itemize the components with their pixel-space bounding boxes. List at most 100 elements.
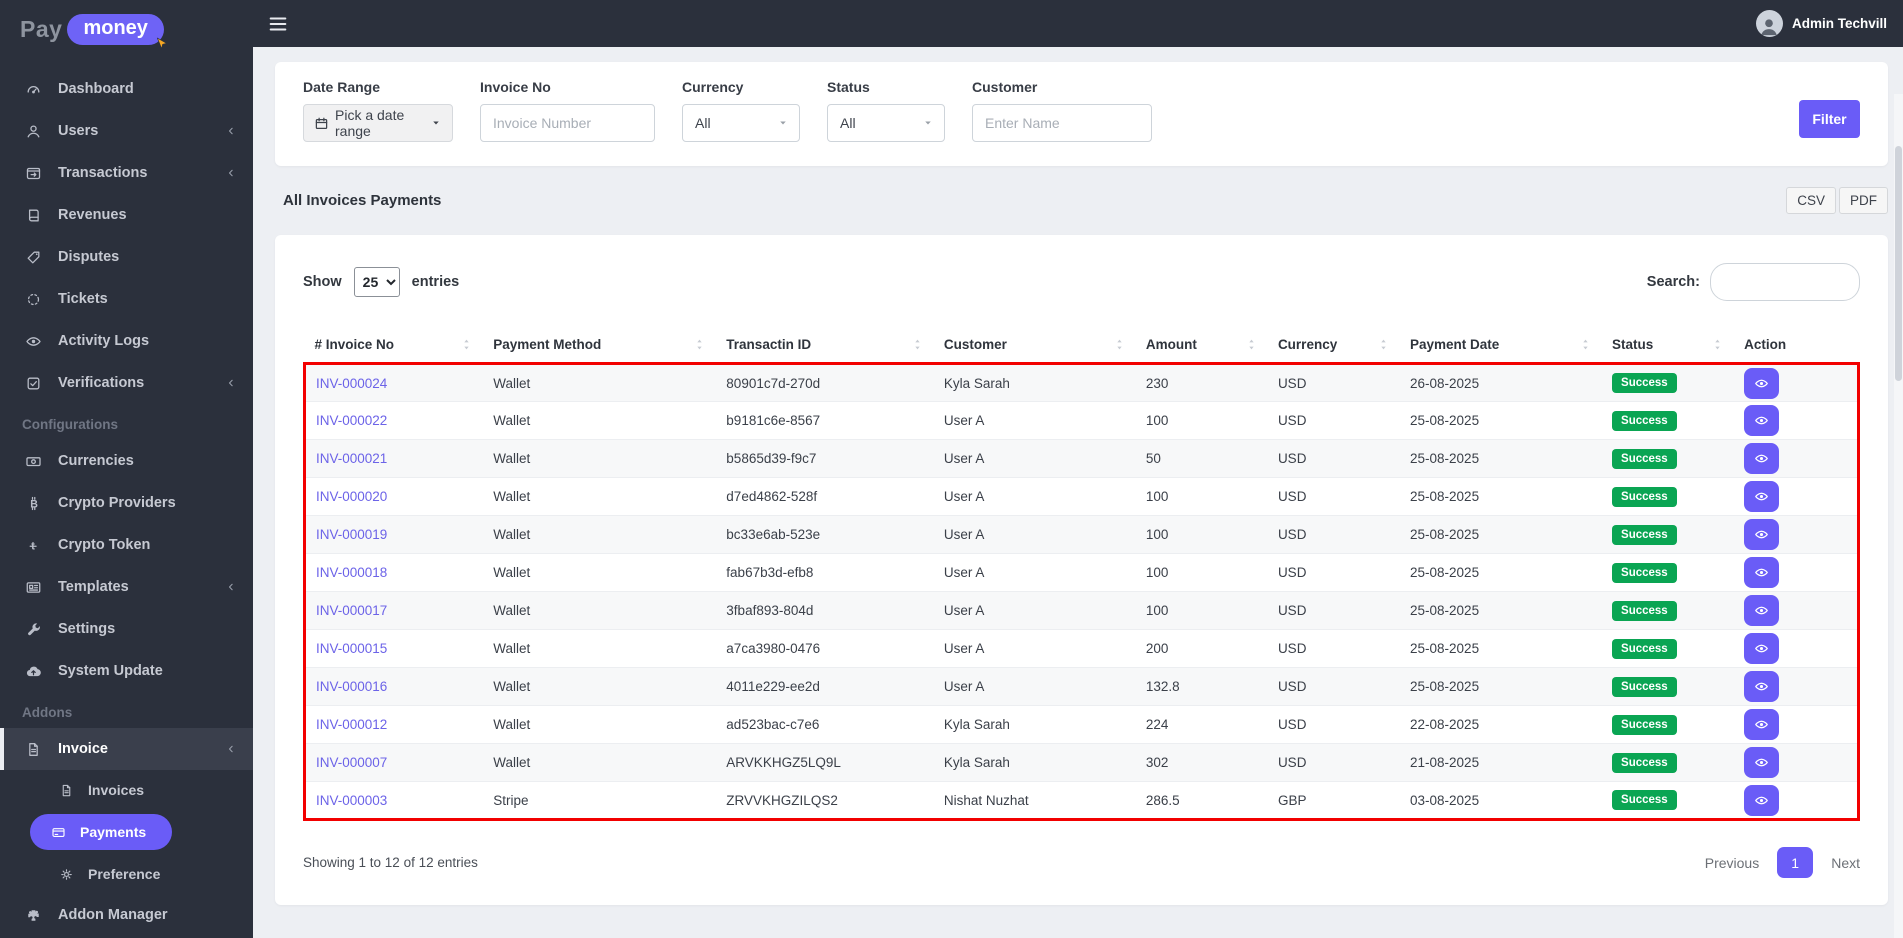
sort-icon[interactable] [693,338,706,351]
caret-down-icon [430,117,442,129]
sidebar-item-invoice[interactable]: Invoice [0,728,253,770]
status-cell: Success [1602,553,1735,592]
column-header--invoice-no[interactable]: # Invoice No [305,329,484,364]
scrollbar-thumb[interactable] [1895,146,1902,381]
view-payment-button[interactable] [1744,671,1780,702]
date-range-picker[interactable]: Pick a date range [303,104,453,142]
sidebar-item-transactions[interactable]: Transactions [0,152,253,194]
scrollbar[interactable] [1894,94,1903,938]
invoice-link[interactable]: INV-000021 [316,451,387,466]
pagination-page-1[interactable]: 1 [1777,847,1814,878]
avatar[interactable] [1755,10,1783,37]
eye-icon [1754,527,1769,542]
sort-icon[interactable] [911,338,924,351]
view-payment-button[interactable] [1744,367,1780,399]
sort-icon[interactable] [1377,338,1390,351]
view-payment-button[interactable] [1744,747,1780,778]
action-cell [1734,629,1859,668]
status-badge: Success [1612,752,1677,773]
sort-icon[interactable] [1579,338,1592,351]
menu-toggle-button[interactable] [261,7,295,41]
sidebar-item-currencies[interactable]: Currencies [0,440,253,482]
calendar-icon [314,116,329,131]
sidebar-item-crypto-token[interactable]: t Crypto Token [0,524,253,566]
sidebar-item-payments[interactable]: Payments [30,814,172,850]
view-payment-button[interactable] [1744,595,1780,626]
sidebar-item-system-update[interactable]: System Update [0,650,253,692]
pagination-next[interactable]: Next [1831,855,1860,871]
view-payment-button[interactable] [1744,557,1780,588]
view-payment-button[interactable] [1744,784,1780,816]
method-cell: Wallet [483,515,717,554]
table-row: INV-000018 Wallet fab67b3d-efb8 User A 100 US… [304,553,1859,592]
sort-icon[interactable] [1711,338,1724,351]
invoice-link[interactable]: INV-000007 [316,755,387,770]
sidebar-item-dashboard[interactable]: Dashboard [0,68,253,110]
filter-button[interactable]: Filter [1799,100,1860,138]
customer-label: Customer [972,79,1038,95]
sidebar-item-tickets[interactable]: Tickets [0,278,253,320]
invoice-number-input[interactable] [493,115,642,131]
sort-icon[interactable] [460,338,473,351]
sidebar-item-invoices[interactable]: Invoices [0,770,253,810]
sidebar-item-verifications[interactable]: Verifications [0,362,253,404]
dotted-circle-icon [22,291,44,308]
page-length-select[interactable]: 25 [353,267,400,297]
sidebar-item-activity-logs[interactable]: Activity Logs [0,320,253,362]
status-badge: Success [1612,600,1677,621]
view-payment-button[interactable] [1744,443,1780,474]
invoice-link[interactable]: INV-000012 [316,717,387,732]
view-payment-button[interactable] [1744,405,1780,436]
brand-logo[interactable]: Pay money [0,0,253,58]
invoice-no-cell: INV-000003 [304,781,484,820]
sidebar-item-preference[interactable]: Preference [0,854,253,894]
invoice-link[interactable]: INV-000017 [316,603,387,618]
column-header-status[interactable]: Status [1602,329,1734,364]
customer-name-input[interactable] [985,115,1139,131]
column-header-transactin-id[interactable]: Transactin ID [716,329,934,364]
currency-select[interactable]: All [682,104,800,142]
hamburger-icon [267,13,289,35]
status-select[interactable]: All [827,104,945,142]
column-header-payment-date[interactable]: Payment Date [1400,329,1602,364]
invoice-link[interactable]: INV-000022 [316,413,387,428]
sidebar-item-label: Revenues [58,207,127,223]
sidebar-item-users[interactable]: Users [0,110,253,152]
pdf-export-button[interactable]: PDF [1839,187,1888,214]
view-payment-button[interactable] [1744,519,1780,550]
search-input[interactable] [1710,263,1860,301]
invoice-link[interactable]: INV-000020 [316,489,387,504]
sort-icon[interactable] [1113,338,1126,351]
invoice-link[interactable]: INV-000018 [316,565,387,580]
invoice-link[interactable]: INV-000003 [316,793,387,808]
check-square-icon [22,375,44,392]
action-cell [1734,401,1859,440]
pagination-previous[interactable]: Previous [1705,855,1759,871]
sidebar-item-templates[interactable]: Templates [0,566,253,608]
sort-icon[interactable] [1245,338,1258,351]
sidebar-item-disputes[interactable]: Disputes [0,236,253,278]
action-cell [1734,439,1859,478]
column-header-customer[interactable]: Customer [934,329,1136,364]
sidebar-item-crypto-providers[interactable]: B Crypto Providers [0,482,253,524]
sidebar-item-settings[interactable]: Settings [0,608,253,650]
customer-cell: User A [933,591,1136,630]
invoice-link[interactable]: INV-000024 [316,376,387,391]
invoice-link[interactable]: INV-000019 [316,527,387,542]
currency-cell: USD [1267,401,1401,440]
invoice-link[interactable]: INV-000016 [316,679,387,694]
view-payment-button[interactable] [1744,709,1780,740]
invoice-link[interactable]: INV-000015 [316,641,387,656]
sidebar-item-label: Invoice [58,741,108,757]
status-badge: Success [1612,373,1677,393]
column-header-currency[interactable]: Currency [1268,329,1400,364]
sidebar-item-addon-manager[interactable]: Addon Manager [0,894,253,936]
column-header-amount[interactable]: Amount [1136,329,1268,364]
admin-user-name[interactable]: Admin Techvill [1792,16,1887,31]
view-payment-button[interactable] [1744,481,1780,512]
column-header-payment-method[interactable]: Payment Method [483,329,716,364]
csv-export-button[interactable]: CSV [1786,187,1836,214]
view-payment-button[interactable] [1744,633,1780,664]
sidebar-item-revenues[interactable]: Revenues [0,194,253,236]
filter-customer: Customer [972,79,1152,142]
